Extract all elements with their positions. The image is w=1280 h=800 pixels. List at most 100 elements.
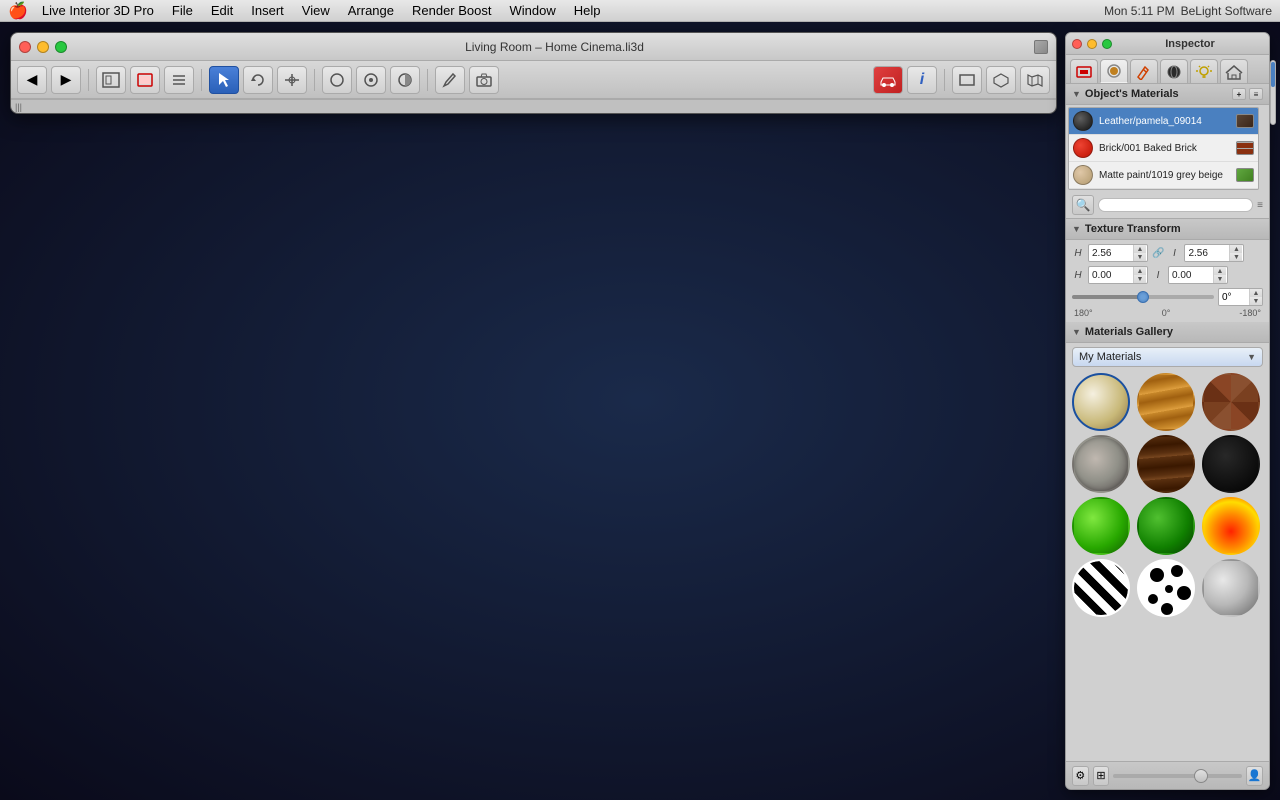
scale-y-input[interactable]: [1185, 246, 1229, 261]
gallery-item-spots[interactable]: [1137, 559, 1195, 617]
inspector-tab-house[interactable]: [1220, 59, 1248, 83]
tool-btn[interactable]: [435, 66, 465, 94]
offset-x-input[interactable]: [1089, 268, 1133, 283]
menu-app[interactable]: Live Interior 3D Pro: [34, 1, 162, 20]
angle-down[interactable]: ▼: [1250, 297, 1262, 305]
material-search-bar[interactable]: [1098, 198, 1253, 212]
gallery-item-wood-dark[interactable]: [1137, 435, 1195, 493]
map-btn[interactable]: [1020, 66, 1050, 94]
window-close-btn[interactable]: [19, 41, 31, 53]
circle-btn[interactable]: [356, 66, 386, 94]
offset-v-label: I: [1152, 270, 1164, 281]
nav-forward-btn[interactable]: ▶: [51, 66, 81, 94]
material-item-3[interactable]: Matte paint/1019 grey beige: [1069, 162, 1258, 189]
camera-btn[interactable]: [469, 66, 499, 94]
materials-gallery-header: ▼ Materials Gallery: [1066, 322, 1269, 343]
materials-add-btn[interactable]: +: [1232, 88, 1246, 100]
scale-x-stepper[interactable]: ▲ ▼: [1133, 245, 1146, 261]
gallery-item-green-bright[interactable]: [1072, 497, 1130, 555]
render-btn[interactable]: [130, 66, 160, 94]
material-preview-2: [1236, 141, 1254, 155]
scale-x-down[interactable]: ▼: [1134, 253, 1146, 261]
window-minimize-btn[interactable]: [37, 41, 49, 53]
inspector-tab-edit[interactable]: [1130, 59, 1158, 83]
scale-x-input[interactable]: [1089, 246, 1133, 261]
eyedropper-btn[interactable]: 🔍: [1072, 195, 1094, 215]
material-item-2[interactable]: Brick/001 Baked Brick: [1069, 135, 1258, 162]
offset-x-down[interactable]: ▼: [1134, 275, 1146, 283]
menu-edit[interactable]: Edit: [203, 1, 241, 20]
menubar-time: Mon 5:11 PM: [1104, 4, 1174, 18]
window-maximize-btn[interactable]: [55, 41, 67, 53]
select-tool-btn[interactable]: [209, 66, 239, 94]
transform-btn[interactable]: [277, 66, 307, 94]
material-list-menu[interactable]: ≡: [1257, 200, 1263, 211]
apple-menu[interactable]: 🍎: [8, 1, 28, 21]
gallery-item-concrete[interactable]: [1072, 435, 1130, 493]
gallery-item-green-dark[interactable]: [1137, 497, 1195, 555]
angle-up[interactable]: ▲: [1250, 289, 1262, 297]
scale-x-input-wrap: ▲ ▼: [1088, 244, 1148, 262]
gallery-item-wood-light[interactable]: [1137, 373, 1195, 431]
rotate-btn[interactable]: [243, 66, 273, 94]
viewport-hscrollbar[interactable]: |||: [11, 99, 1056, 113]
offset-y-stepper[interactable]: ▲ ▼: [1213, 267, 1226, 283]
menu-window[interactable]: Window: [502, 1, 564, 20]
materials-list: Leather/pamela_09014 Brick/001 Baked Bri…: [1068, 107, 1259, 190]
inspector-min-btn[interactable]: [1087, 39, 1097, 49]
floorplan-btn[interactable]: [96, 66, 126, 94]
menubar: 🍎 Live Interior 3D Pro File Edit Insert …: [0, 0, 1280, 22]
angle-input[interactable]: [1219, 290, 1249, 305]
offset-y-up[interactable]: ▲: [1214, 267, 1226, 275]
window-resize-btn[interactable]: [1034, 40, 1048, 54]
material-item-1[interactable]: Leather/pamela_09014: [1069, 108, 1258, 135]
menu-help[interactable]: Help: [566, 1, 609, 20]
gallery-item-cream[interactable]: [1072, 373, 1130, 431]
menu-view[interactable]: View: [294, 1, 338, 20]
inspector-grid-btn[interactable]: ⊞: [1093, 766, 1110, 786]
inspector-tab-light[interactable]: [1190, 59, 1218, 83]
scale-y-input-wrap: ▲ ▼: [1184, 244, 1244, 262]
sphere-btn[interactable]: [322, 66, 352, 94]
menu-insert[interactable]: Insert: [243, 1, 292, 20]
scale-link-icon[interactable]: 🔗: [1152, 248, 1164, 259]
offset-x-stepper[interactable]: ▲ ▼: [1133, 267, 1146, 283]
scale-x-up[interactable]: ▲: [1134, 245, 1146, 253]
half-btn[interactable]: [390, 66, 420, 94]
inspector-tab-material[interactable]: [1100, 59, 1128, 83]
info-btn[interactable]: i: [907, 66, 937, 94]
list-btn[interactable]: [164, 66, 194, 94]
angle-slider[interactable]: [1072, 295, 1214, 299]
gallery-dropdown[interactable]: My Materials ▼: [1072, 347, 1263, 367]
inspector-zoom-slider[interactable]: [1113, 774, 1242, 778]
menu-arrange[interactable]: Arrange: [340, 1, 402, 20]
gallery-item-fire[interactable]: [1202, 497, 1260, 555]
scale-y-stepper[interactable]: ▲ ▼: [1229, 245, 1242, 261]
menu-render[interactable]: Render Boost: [404, 1, 500, 20]
scale-y-down[interactable]: ▼: [1230, 253, 1242, 261]
inspector-max-btn[interactable]: [1102, 39, 1112, 49]
view-3d-btn[interactable]: [986, 66, 1016, 94]
gallery-item-stone-floor[interactable]: [1202, 373, 1260, 431]
inspector-tab-texture[interactable]: [1160, 59, 1188, 83]
scale-y-up[interactable]: ▲: [1230, 245, 1242, 253]
view-2d-btn[interactable]: [952, 66, 982, 94]
gallery-item-dark[interactable]: [1202, 435, 1260, 493]
offset-y-down[interactable]: ▼: [1214, 275, 1226, 283]
menu-file[interactable]: File: [164, 1, 201, 20]
menubar-company: BeLight Software: [1181, 4, 1272, 18]
inspector-person-btn[interactable]: 👤: [1246, 766, 1263, 786]
inspector-settings-btn[interactable]: ⚙: [1072, 766, 1089, 786]
gallery-item-zebra[interactable]: [1072, 559, 1130, 617]
offset-y-input[interactable]: [1169, 268, 1213, 283]
toolbar-sep-5: [944, 69, 945, 91]
inspector-close-btn[interactable]: [1072, 39, 1082, 49]
inspector-tab-object[interactable]: [1070, 59, 1098, 83]
gallery-item-metal[interactable]: [1202, 559, 1260, 617]
nav-back-btn[interactable]: ◀: [17, 66, 47, 94]
transform-offset-row: H ▲ ▼ I ▲ ▼: [1072, 266, 1263, 284]
car-btn[interactable]: [873, 66, 903, 94]
offset-x-up[interactable]: ▲: [1134, 267, 1146, 275]
materials-menu-btn[interactable]: ≡: [1249, 88, 1263, 100]
angle-stepper[interactable]: ▲ ▼: [1249, 289, 1262, 305]
